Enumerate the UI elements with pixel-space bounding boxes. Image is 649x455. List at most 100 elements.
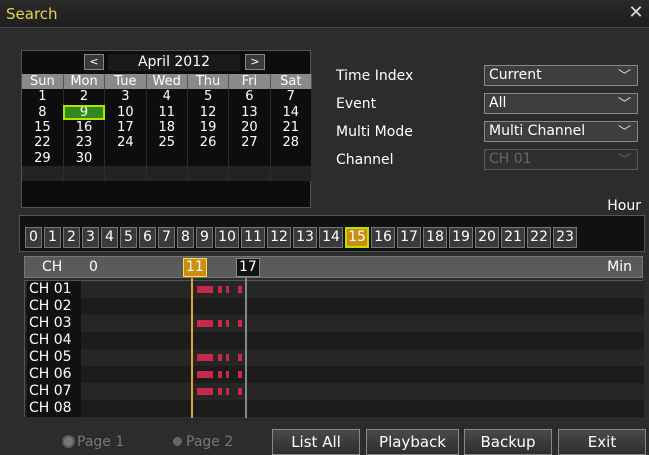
calendar-day[interactable]: 27 (228, 135, 271, 151)
hour-button[interactable]: 22 (527, 227, 551, 248)
hour-button[interactable]: 8 (177, 227, 194, 248)
channel-row[interactable]: CH 01 (25, 281, 644, 298)
hour-button[interactable]: 23 (553, 227, 577, 248)
calendar-day[interactable]: 18 (146, 119, 188, 136)
page-1-radio[interactable]: Page 1 (64, 434, 124, 450)
hour-button[interactable]: 19 (449, 227, 473, 248)
time-index-label: Time Index (336, 68, 414, 84)
calendar-day[interactable]: 28 (270, 135, 313, 151)
recording-segment (226, 320, 229, 327)
calendar-day[interactable]: 20 (228, 119, 271, 136)
calendar-day[interactable]: 12 (187, 104, 230, 120)
calendar-day[interactable]: 3 (104, 89, 147, 105)
recording-segment (218, 286, 222, 293)
channel-row[interactable]: CH 06 (25, 366, 644, 383)
channel-row[interactable]: CH 05 (25, 349, 644, 366)
channel-row[interactable]: CH 07 (25, 383, 644, 400)
hour-button-selected[interactable]: 15 (345, 227, 369, 248)
channel-row[interactable]: CH 02 (25, 298, 644, 315)
weekday-header: Tue (104, 74, 147, 90)
calendar-day[interactable]: 16 (63, 119, 106, 136)
calendar-day[interactable]: 17 (104, 119, 147, 136)
hour-button[interactable]: 7 (158, 227, 175, 248)
playback-button[interactable]: Playback (366, 429, 459, 455)
hour-button[interactable]: 4 (101, 227, 118, 248)
window-title: Search (6, 5, 58, 23)
multi-mode-select[interactable]: Multi Channel ﹀ (484, 121, 638, 142)
calendar-day[interactable]: 21 (270, 119, 313, 136)
hour-button[interactable]: 0 (25, 227, 42, 248)
hour-button[interactable]: 20 (475, 227, 499, 248)
page-2-radio[interactable]: Page 2 (173, 434, 233, 450)
calendar-day[interactable]: 25 (146, 135, 188, 151)
recording-segment (238, 320, 242, 327)
calendar-day[interactable]: 14 (270, 104, 313, 120)
calendar-day (63, 165, 106, 182)
calendar-day[interactable]: 11 (146, 104, 188, 120)
close-icon[interactable]: ✕ (627, 3, 645, 23)
calendar-day[interactable]: 26 (187, 135, 230, 151)
calendar-day[interactable]: 30 (63, 150, 106, 166)
hour-button[interactable]: 11 (241, 227, 265, 248)
hour-button[interactable]: 2 (63, 227, 80, 248)
timeline-cursor-marker[interactable]: 11 (183, 258, 207, 277)
hour-button[interactable]: 14 (319, 227, 343, 248)
calendar-day[interactable]: 15 (22, 119, 64, 136)
recording-segment (238, 388, 242, 395)
calendar-day (187, 165, 230, 182)
calendar-day[interactable]: 7 (270, 89, 313, 105)
hour-button[interactable]: 6 (139, 227, 156, 248)
hour-button[interactable]: 1 (44, 227, 61, 248)
calendar-day[interactable]: 8 (22, 104, 64, 120)
exit-button[interactable]: Exit (558, 429, 646, 455)
hour-strip: 0 1 2 3 4 5 6 7 8 9 10 11 12 13 14 15 16… (19, 215, 645, 252)
calendar-day[interactable]: 5 (187, 89, 230, 105)
list-all-button[interactable]: List All (272, 429, 360, 455)
calendar-day-selected[interactable]: 9 (63, 104, 106, 120)
page-2-label: Page 2 (186, 434, 234, 450)
calendar-day[interactable]: 2 (63, 89, 106, 105)
recording-segment (218, 354, 222, 361)
timeline-header: CH 0 11 17 Min (24, 256, 643, 278)
time-index-select[interactable]: Current ﹀ (484, 65, 638, 86)
calendar-day (104, 165, 147, 182)
calendar-day[interactable]: 1 (22, 89, 64, 105)
hour-button[interactable]: 17 (397, 227, 421, 248)
calendar-day[interactable]: 22 (22, 135, 64, 151)
calendar-day[interactable]: 6 (228, 89, 271, 105)
calendar-day[interactable]: 10 (104, 104, 147, 120)
calendar-day[interactable]: 13 (228, 104, 271, 120)
hour-button[interactable]: 12 (267, 227, 291, 248)
calendar-day[interactable]: 29 (22, 150, 64, 166)
hour-button[interactable]: 21 (501, 227, 525, 248)
calendar-day[interactable]: 4 (146, 89, 188, 105)
recording-segment (197, 388, 213, 395)
weekday-header: Mon (63, 74, 106, 90)
recording-segment (226, 286, 229, 293)
channel-label: CH 02 (27, 298, 81, 315)
hour-button[interactable]: 9 (196, 227, 213, 248)
backup-button[interactable]: Backup (464, 429, 552, 455)
end-cursor-line[interactable] (245, 278, 247, 418)
hour-button[interactable]: 16 (371, 227, 395, 248)
channel-row[interactable]: CH 03 (25, 315, 644, 332)
playback-cursor-line[interactable] (191, 278, 193, 418)
hour-button[interactable]: 10 (215, 227, 239, 248)
channel-timeline[interactable]: CH 01 CH 02 CH 03 CH 04 CH 05 CH 06 CH 0… (24, 280, 644, 417)
calendar-day[interactable]: 19 (187, 119, 230, 136)
event-select[interactable]: All ﹀ (484, 93, 638, 114)
calendar-day (228, 165, 271, 182)
calendar-day[interactable]: 23 (63, 135, 106, 151)
channel-row[interactable]: CH 04 (25, 332, 644, 349)
hour-button[interactable]: 18 (423, 227, 447, 248)
calendar-day[interactable]: 24 (104, 135, 147, 151)
hour-button[interactable]: 3 (82, 227, 99, 248)
hour-button[interactable]: 5 (120, 227, 137, 248)
weekday-header: Sat (270, 74, 313, 90)
channel-row[interactable]: CH 08 (25, 400, 644, 417)
bottom-bar: Page 1 Page 2 List All Playback Backup E… (0, 421, 649, 455)
next-month-button[interactable]: > (245, 54, 265, 70)
timeline-end-marker[interactable]: 17 (236, 258, 260, 277)
prev-month-button[interactable]: < (84, 54, 104, 70)
hour-button[interactable]: 13 (293, 227, 317, 248)
